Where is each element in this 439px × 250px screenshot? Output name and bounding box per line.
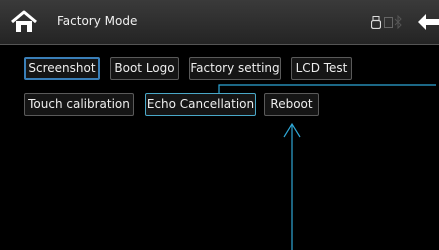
annotation-line [218, 84, 436, 93]
back-arrow-icon[interactable] [416, 13, 439, 31]
annotation-arrowhead [283, 122, 301, 138]
echo-cancellation-button[interactable]: Echo Cancellation [145, 93, 256, 116]
screenshot-button[interactable]: Screenshot [24, 57, 100, 80]
factory-setting-button[interactable]: Factory setting [189, 57, 281, 80]
touch-calibration-button[interactable]: Touch calibration [24, 93, 134, 116]
bluetooth-icon [394, 15, 402, 29]
page-title: Factory Mode [57, 14, 138, 28]
usb-icon [371, 16, 381, 29]
reboot-button[interactable]: Reboot [264, 93, 319, 116]
boot-logo-button[interactable]: Boot Logo [110, 57, 179, 80]
home-icon[interactable] [11, 10, 37, 34]
title-bar: Factory Mode [0, 0, 439, 45]
lcd-test-button[interactable]: LCD Test [291, 57, 352, 80]
sd-card-icon [384, 17, 393, 28]
